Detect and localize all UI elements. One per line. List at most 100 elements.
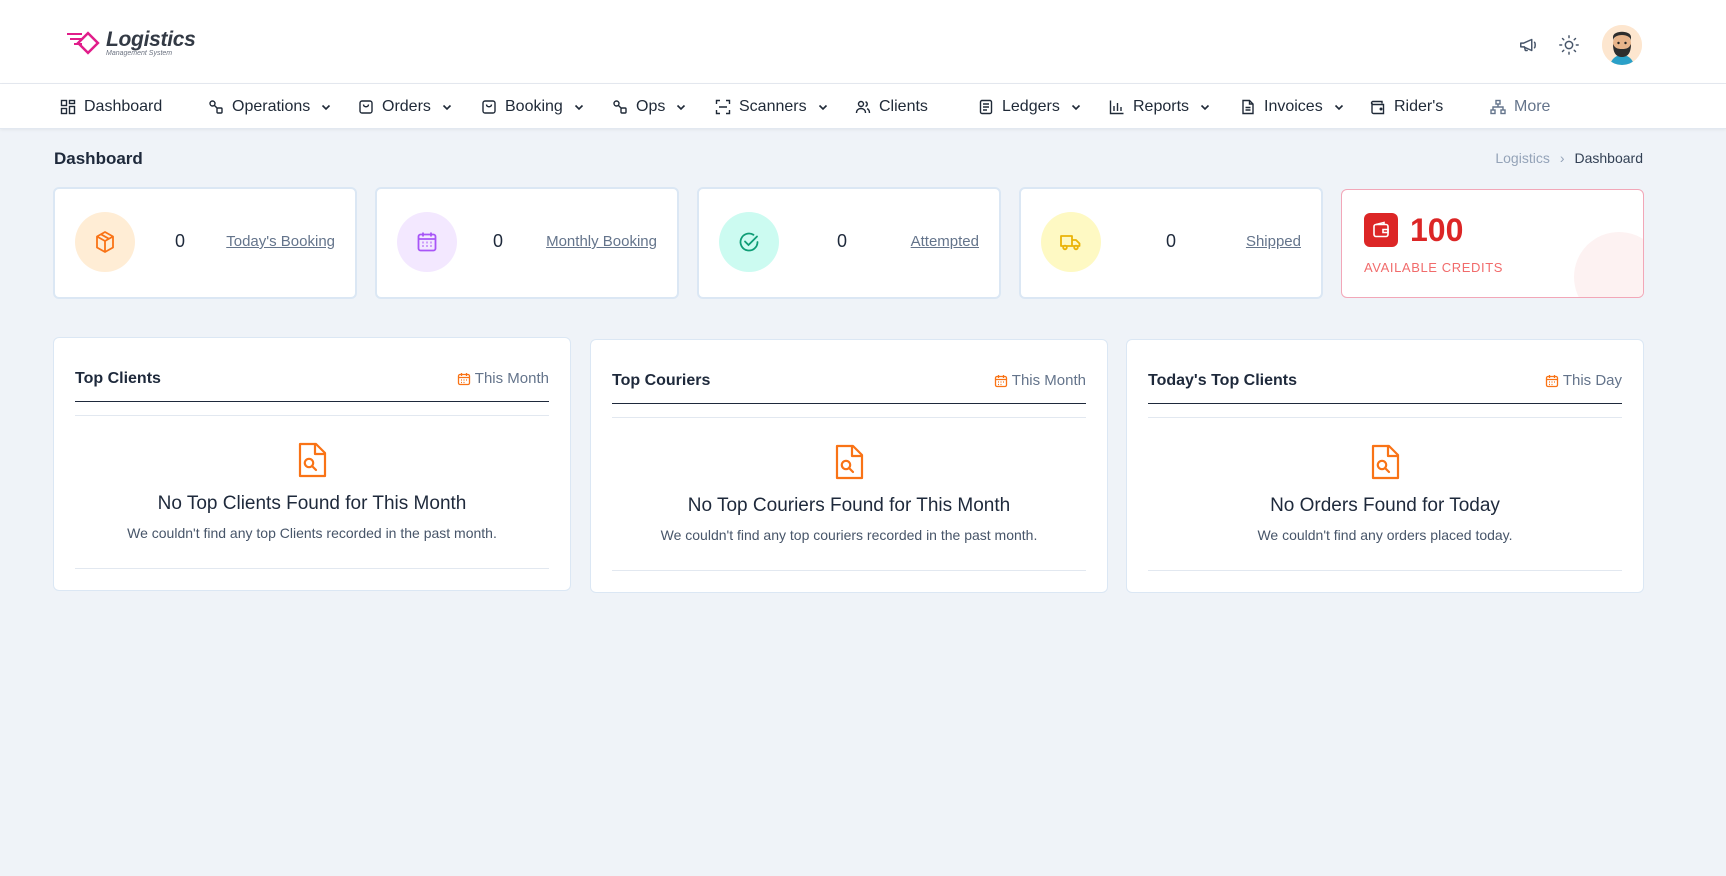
nav-ops[interactable]: Ops [612,84,687,129]
nav-booking[interactable]: Booking [481,84,585,129]
nav-label: More [1514,97,1551,115]
panel-range-selector[interactable]: This Month [457,370,549,387]
nav-more[interactable]: More [1490,84,1550,129]
megaphone-icon[interactable] [1518,34,1540,56]
document-icon [1242,99,1254,114]
decorative-blob [1574,232,1643,297]
stat-icon-circle [719,212,779,272]
nav-label: Clients [879,97,928,115]
panel-range-label: This Month [1011,372,1086,389]
logo-mark-icon [67,31,100,55]
breadcrumb: Logistics › Dashboard [1495,150,1643,166]
stat-value: 0 [837,231,848,251]
divider [612,570,1086,571]
divider [1148,417,1622,418]
credits-card: 100 AVAILABLE CREDITS [1341,189,1644,298]
brand-subtitle: Management System [106,50,173,57]
bag-icon [482,99,496,114]
nav-scanners[interactable]: Scanners [715,84,829,129]
empty-state-title: No Top Couriers Found for This Month [687,495,1011,516]
nav-label: Dashboard [84,97,163,115]
chevron-down-icon [1334,104,1343,110]
stat-link-todays-booking[interactable]: Today's Booking [226,233,335,250]
nav-reports[interactable]: Reports [1109,84,1211,129]
nav-label: Operations [232,97,311,115]
breadcrumb-current: Dashboard [1574,150,1644,166]
credits-amount: 100 [1410,212,1464,248]
file-search-icon [298,442,327,478]
panel-range-selector[interactable]: This Day [1545,372,1622,389]
chevron-down-icon [677,104,686,110]
panel-title: Top Clients [75,370,161,387]
calendar-icon [994,374,1007,387]
empty-state-description: We couldn't find any top Clients recorde… [127,525,497,541]
check-circle-icon [739,232,759,252]
chevron-down-icon [1200,104,1210,110]
divider [75,401,549,402]
nav-label: Orders [382,97,431,115]
nav-dashboard[interactable]: Dashboard [60,84,162,129]
nav-operations[interactable]: Operations [208,84,332,129]
nav-invoices[interactable]: Invoices [1240,84,1345,129]
main-nav: Dashboard Operations Orders Booking Ops … [0,84,1726,129]
stat-value: 0 [175,231,186,251]
stat-card-attempted: 0 Attempted [697,187,1001,299]
divider [1148,403,1622,404]
calendar-icon [1545,374,1558,387]
panel-top-clients: Top Clients This Month No Top Clients Fo… [53,337,571,591]
nav-label: Rider's [1394,97,1444,115]
stat-card-todays-booking: 0 Today's Booking [53,187,357,299]
nav-clients[interactable]: Clients [855,84,928,129]
chevron-down-icon [574,104,583,110]
calendar-icon [417,232,437,252]
nav-label: Booking [505,97,563,115]
breadcrumb-separator: › [1559,150,1565,166]
sun-icon[interactable] [1558,34,1580,56]
panel-title: Today's Top Clients [1148,372,1297,389]
user-avatar[interactable] [1602,25,1642,65]
stat-card-shipped: 0 Shipped [1019,187,1323,299]
panel-range-selector[interactable]: This Month [994,372,1086,389]
stat-icon-circle [1041,212,1101,272]
stat-value: 0 [493,231,504,251]
truck-icon [1060,235,1081,251]
breadcrumb-home-link[interactable]: Logistics [1495,150,1549,166]
panel-range-label: This Day [1562,372,1622,389]
stat-link-attempted[interactable]: Attempted [911,233,979,250]
nav-riders[interactable]: Rider's [1370,84,1443,129]
sitemap-icon [1490,99,1506,114]
bag-icon [359,99,373,114]
stat-icon-circle [397,212,457,272]
nav-label: Invoices [1264,97,1323,115]
nav-label: Ledgers [1002,97,1060,115]
box-icon [96,231,114,253]
empty-state-description: We couldn't find any orders placed today… [1257,527,1513,543]
nav-orders[interactable]: Orders [358,84,453,129]
brand-title: Logistics [106,28,196,51]
panel-title: Top Couriers [612,372,711,389]
stat-icon-circle [75,212,135,272]
divider [612,403,1086,404]
stat-card-monthly-booking: 0 Monthly Booking [375,187,679,299]
empty-state-title: No Top Clients Found for This Month [157,493,467,514]
credits-label: AVAILABLE CREDITS [1364,260,1504,275]
chevron-down-icon [322,104,331,110]
scan-icon [715,99,731,114]
ledger-icon [979,99,993,114]
brand-logo[interactable]: Logistics Management System [66,26,196,62]
stat-link-monthly-booking[interactable]: Monthly Booking [546,233,657,250]
grid-icon [60,99,76,114]
avatar-face-icon [1602,25,1642,65]
nav-ledgers[interactable]: Ledgers [978,84,1082,129]
chevron-down-icon [818,104,827,110]
wallet-icon [1364,213,1398,247]
wallet-icon [1370,100,1385,114]
file-search-icon [1371,444,1400,480]
divider [1148,570,1622,571]
chevron-down-icon [1071,104,1080,110]
empty-state-description: We couldn't find any top couriers record… [660,527,1038,543]
nav-label: Reports [1133,97,1190,115]
operations-icon [613,99,627,114]
divider [75,415,549,416]
stat-link-shipped[interactable]: Shipped [1246,233,1301,250]
